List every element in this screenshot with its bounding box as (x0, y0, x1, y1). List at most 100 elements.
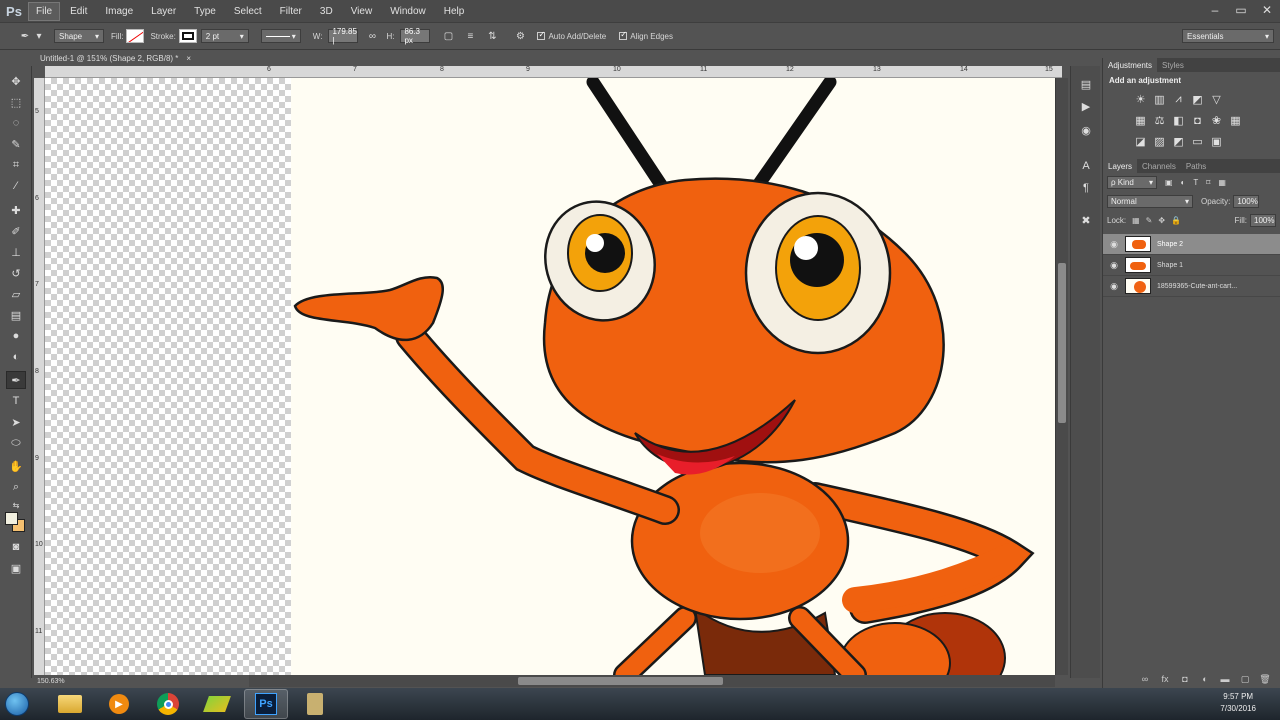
lock-icons[interactable]: ▦✎✥🔒 (1132, 216, 1187, 225)
zoom-level[interactable]: 150.63% (37, 678, 65, 685)
tab-channels[interactable]: Channels (1137, 159, 1181, 173)
menu-3d[interactable]: 3D (312, 2, 341, 21)
type-tool-icon[interactable]: T (6, 392, 26, 410)
character-icon[interactable]: A (1078, 158, 1094, 174)
media-player-app[interactable]: ▶ (97, 689, 141, 719)
photoshop-app[interactable]: Ps (244, 689, 288, 719)
align-edges-checkbox[interactable] (619, 30, 628, 40)
document-tab[interactable]: Untitled-1 @ 151% (Shape 2, RGB/8) * × (34, 50, 214, 66)
tools-app[interactable] (293, 689, 337, 719)
system-clock[interactable]: 9:57 PM 7/30/2016 (1220, 691, 1256, 715)
invert-icon[interactable]: ◪ (1131, 133, 1150, 150)
menu-filter[interactable]: Filter (272, 2, 310, 21)
threshold-icon[interactable]: ◩ (1169, 133, 1188, 150)
tab-styles[interactable]: Styles (1157, 58, 1189, 72)
new-layer-icon[interactable]: ▢ (1235, 674, 1255, 685)
layer-filter-select[interactable]: ρ Kind ▾ (1107, 176, 1157, 189)
auto-add-delete-checkbox[interactable] (537, 30, 546, 40)
layer-filter-icons[interactable]: ▣◐T⌑▦ (1165, 178, 1234, 187)
stroke-type-select[interactable]: ▾ (260, 29, 301, 43)
new-group-icon[interactable]: ▬ (1215, 674, 1235, 684)
adjustment-layer-icon[interactable]: ◐ (1195, 674, 1215, 684)
marquee-tool-icon[interactable]: ⬚ (6, 93, 26, 111)
menu-type[interactable]: Type (186, 2, 224, 21)
scroll-thumb[interactable] (518, 677, 723, 685)
crop-tool-icon[interactable]: ⌗ (6, 156, 26, 174)
healing-brush-tool-icon[interactable]: ✚ (6, 201, 26, 219)
blur-tool-icon[interactable]: ● (6, 327, 26, 345)
menu-help[interactable]: Help (436, 2, 473, 21)
move-tool-icon[interactable]: ✥ (6, 72, 26, 90)
fill-field[interactable]: 100% (1250, 214, 1276, 227)
color-lookup-icon[interactable]: ▦ (1226, 112, 1245, 129)
bluestacks-app[interactable] (195, 689, 239, 719)
add-mask-icon[interactable]: ◘ (1175, 674, 1195, 684)
layer-row[interactable]: ◉ Shape 2 (1103, 234, 1280, 255)
vibrance-icon[interactable]: ▽ (1207, 91, 1226, 108)
quick-mask-icon[interactable]: ◙ (6, 538, 26, 556)
menu-view[interactable]: View (343, 2, 381, 21)
menu-edit[interactable]: Edit (62, 2, 95, 21)
fill-swatch[interactable] (126, 29, 145, 43)
selective-color-icon[interactable]: ▣ (1207, 133, 1226, 150)
tab-paths[interactable]: Paths (1181, 159, 1211, 173)
brush-tool-icon[interactable]: ✐ (6, 222, 26, 240)
menu-window[interactable]: Window (382, 2, 434, 21)
levels-icon[interactable]: ▥ (1150, 91, 1169, 108)
menu-layer[interactable]: Layer (143, 2, 184, 21)
shape-tool-icon[interactable]: ⬭ (6, 434, 26, 452)
stroke-swatch[interactable] (178, 29, 197, 43)
visibility-eye-icon[interactable]: ◉ (1103, 281, 1125, 292)
path-alignment-icon[interactable]: ≡ (463, 29, 477, 43)
eraser-tool-icon[interactable]: ▱ (6, 285, 26, 303)
zoom-tool-icon[interactable]: ⌕ (6, 478, 26, 496)
tool-presets-icon[interactable]: ✖ (1078, 212, 1094, 228)
clone-stamp-tool-icon[interactable]: ⊥ (6, 243, 26, 261)
brightness-icon[interactable]: ☀ (1131, 91, 1150, 108)
tab-adjustments[interactable]: Adjustments (1103, 58, 1158, 72)
foreground-color-swatch[interactable] (5, 512, 18, 525)
eyedropper-tool-icon[interactable]: ⁄ (6, 177, 26, 195)
actions-icon[interactable]: ▶ (1078, 98, 1094, 114)
menu-select[interactable]: Select (226, 2, 270, 21)
screen-mode-icon[interactable]: ▣ (6, 559, 26, 577)
posterize-icon[interactable]: ▨ (1150, 133, 1169, 150)
gradient-map-icon[interactable]: ▭ (1188, 133, 1207, 150)
layer-row[interactable]: ◉ 18599365-Cute-ant-cart... (1103, 276, 1280, 297)
color-balance-icon[interactable]: ⚖ (1150, 112, 1169, 129)
photo-filter-icon[interactable]: ◘ (1188, 112, 1207, 129)
paragraph-icon[interactable]: ¶ (1078, 180, 1094, 196)
path-selection-tool-icon[interactable]: ➤ (6, 413, 26, 431)
minimize-button[interactable]: – (1202, 0, 1228, 20)
pen-tool-icon[interactable]: ✒ (6, 371, 26, 389)
stroke-size-select[interactable]: 2 pt ▾ (200, 29, 249, 43)
quick-select-tool-icon[interactable]: ✎ (6, 135, 26, 153)
menu-image[interactable]: Image (97, 2, 141, 21)
start-button[interactable] (0, 689, 34, 719)
path-operations-icon[interactable]: ▢ (441, 29, 455, 43)
history-brush-tool-icon[interactable]: ↺ (6, 264, 26, 282)
tool-mode-select[interactable]: Shape ▾ (54, 29, 104, 43)
close-window-button[interactable]: ✕ (1254, 0, 1280, 20)
hue-saturation-icon[interactable]: ▦ (1131, 112, 1150, 129)
link-icon[interactable]: ∞ (365, 29, 379, 43)
curves-icon[interactable]: ⩘ (1169, 91, 1188, 108)
chevron-down-icon[interactable]: ▾ (36, 29, 42, 43)
dodge-tool-icon[interactable]: ◐ (6, 348, 26, 366)
channel-mixer-icon[interactable]: ❀ (1207, 112, 1226, 129)
history-icon[interactable]: ▤ (1078, 76, 1094, 92)
visibility-eye-icon[interactable]: ◉ (1103, 239, 1125, 250)
exposure-icon[interactable]: ◩ (1188, 91, 1207, 108)
gradient-tool-icon[interactable]: ▤ (6, 306, 26, 324)
link-layers-icon[interactable]: ∞ (1135, 674, 1155, 684)
visibility-eye-icon[interactable]: ◉ (1103, 260, 1125, 271)
workspace-select[interactable]: Essentials ▾ (1182, 29, 1274, 43)
pen-tool-preset-icon[interactable]: ✒ (18, 29, 32, 43)
document-canvas[interactable] (45, 78, 1055, 675)
chrome-app[interactable] (146, 689, 190, 719)
menu-file[interactable]: File (28, 1, 61, 21)
maximize-button[interactable]: ▭ (1228, 0, 1254, 20)
layer-row[interactable]: ◉ Shape 1 (1103, 255, 1280, 276)
close-tab-icon[interactable]: × (186, 54, 191, 63)
vertical-scrollbar[interactable] (1055, 78, 1068, 675)
